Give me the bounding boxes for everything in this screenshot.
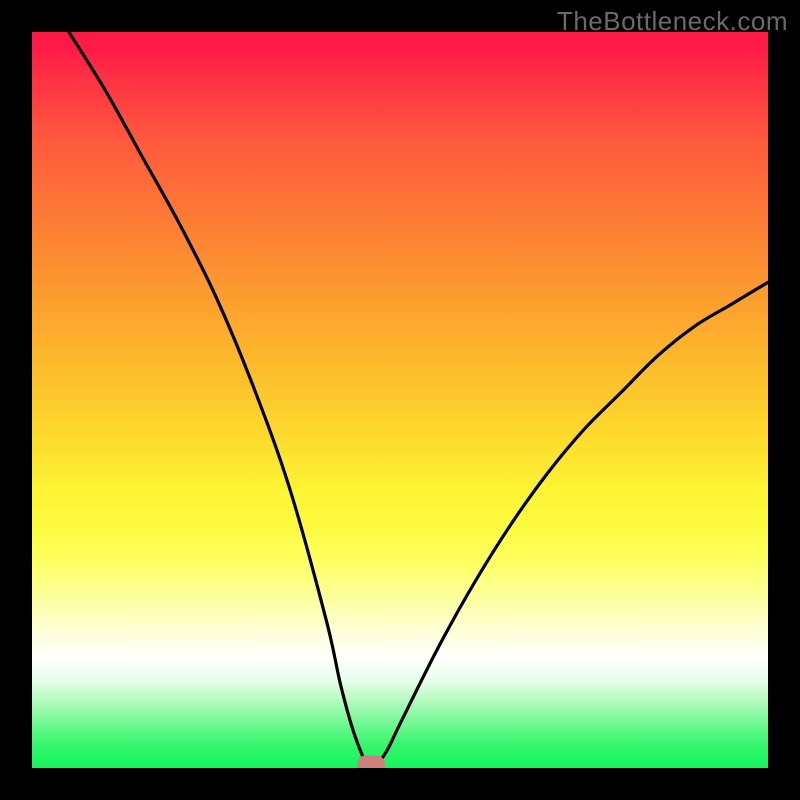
chart-container: { "watermark": "TheBottleneck.com", "col… — [0, 0, 800, 800]
bottleneck-curve — [69, 32, 768, 768]
curve-svg — [32, 32, 768, 768]
plot-area — [32, 32, 768, 768]
watermark-text: TheBottleneck.com — [557, 6, 788, 37]
optimal-point-marker — [357, 756, 385, 769]
